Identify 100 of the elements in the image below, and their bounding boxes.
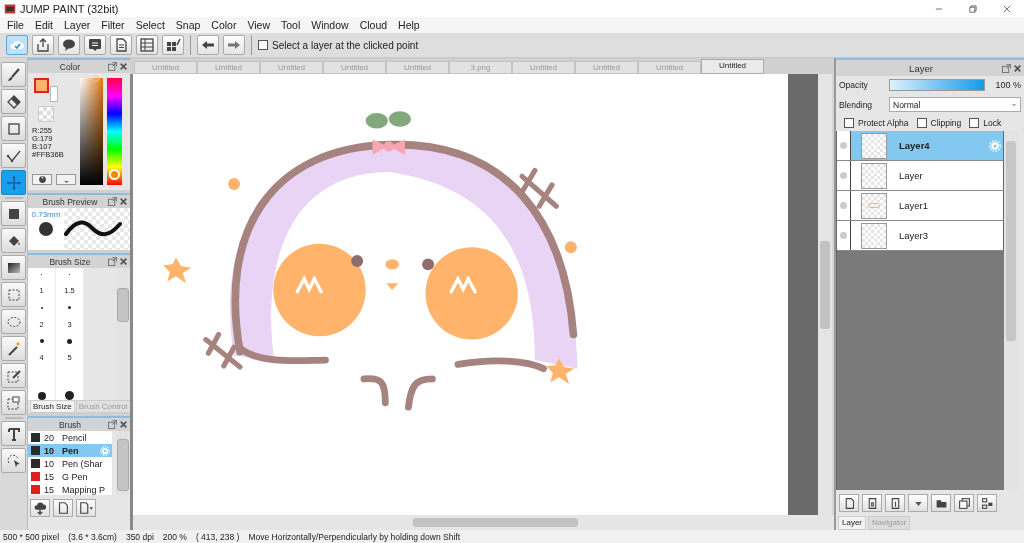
toolbar-button[interactable]	[162, 35, 184, 55]
tool-button[interactable]	[1, 143, 26, 168]
close-panel-button[interactable]	[119, 62, 128, 71]
menu-item[interactable]: Window	[306, 19, 354, 31]
menu-item[interactable]: Edit	[29, 19, 58, 31]
cloud-download-button[interactable]	[30, 499, 50, 517]
brush-list-item[interactable]: 15 G Pen	[28, 470, 112, 483]
checkbox[interactable]	[969, 118, 980, 128]
visibility-toggle[interactable]	[840, 232, 847, 239]
menu-item[interactable]: Filter	[96, 19, 130, 31]
menu-item[interactable]: Tool	[276, 19, 306, 31]
brush-list-item[interactable]: 10 Pen	[28, 444, 112, 457]
menu-item[interactable]: Cloud	[354, 19, 393, 31]
dashed-pencil-icon	[5, 367, 22, 384]
toolbar-button[interactable]	[32, 35, 54, 55]
menu-item[interactable]: Color	[206, 19, 242, 31]
transparent-swatch[interactable]	[38, 106, 54, 122]
menu-item[interactable]: Select	[130, 19, 170, 31]
tool-button[interactable]	[1, 89, 26, 114]
foreground-color-swatch[interactable]	[34, 78, 49, 93]
horizontal-scrollbar[interactable]	[133, 515, 834, 530]
status-text: 200 %	[162, 531, 187, 542]
close-panel-button[interactable]	[119, 257, 128, 266]
duplicate-layer-button[interactable]	[954, 494, 974, 512]
popout-button[interactable]	[1002, 63, 1011, 73]
menu-item[interactable]: File	[2, 19, 29, 31]
opacity-value: 100 %	[995, 80, 1021, 90]
status-text: Move Horizontally/Perpendicularly by holding down Shift	[248, 531, 461, 542]
vertical-scrollbar[interactable]	[818, 74, 832, 515]
cloud-download-icon	[33, 501, 47, 515]
brush-menu-button[interactable]	[76, 499, 96, 517]
dashed-eraser-icon	[5, 394, 22, 411]
popout-button[interactable]	[108, 420, 117, 429]
brush-list-item[interactable]: 10 Pen (Shar	[28, 457, 112, 470]
folder-button[interactable]	[931, 494, 951, 512]
new-1bit-layer-button[interactable]	[885, 494, 905, 512]
tool-button[interactable]	[1, 201, 26, 226]
popout-button[interactable]	[108, 62, 117, 71]
slider-thumb[interactable]	[109, 169, 120, 181]
saturation-value-picker[interactable]	[80, 78, 103, 185]
layer-row[interactable]: Layer3	[837, 221, 1004, 251]
brush-list-item[interactable]: 15 Mapping P	[28, 483, 112, 495]
panel-tab[interactable]: Layer	[838, 516, 866, 530]
new-brush-button[interactable]	[53, 499, 73, 517]
popout-button[interactable]	[108, 197, 117, 206]
checkbox[interactable]	[916, 118, 927, 128]
opacity-slider[interactable]	[889, 79, 985, 91]
tool-button[interactable]	[1, 62, 26, 87]
document-tab[interactable]: Untitled	[701, 59, 764, 74]
menu-item[interactable]: Help	[393, 19, 425, 31]
layer-row[interactable]: Layer1	[837, 191, 1004, 221]
status-text: (3.6 * 3.6cm)	[68, 531, 117, 542]
toolbar-button[interactable]	[58, 35, 80, 55]
layer-menu-button[interactable]	[908, 494, 928, 512]
brush-size: 10	[44, 458, 55, 469]
panel-tab[interactable]: Brush Size	[30, 400, 75, 413]
visibility-toggle[interactable]	[840, 202, 847, 209]
blending-dropdown[interactable]: Normal	[889, 97, 1021, 112]
close-panel-button[interactable]	[119, 420, 128, 429]
grid-pencil-icon	[165, 37, 181, 53]
layer-row[interactable]: Layer	[837, 161, 1004, 191]
checkbox[interactable]	[258, 40, 268, 50]
menu-item[interactable]: Layer	[59, 19, 96, 31]
brush-list-item[interactable]: 20 Pencil	[28, 431, 112, 444]
brush-name: G Pen	[62, 471, 88, 482]
tool-button[interactable]	[1, 255, 26, 280]
hue-slider[interactable]	[107, 78, 122, 185]
menu-item[interactable]: Snap	[170, 19, 206, 31]
visibility-toggle[interactable]	[840, 172, 847, 179]
toolbar-button[interactable]	[136, 35, 158, 55]
close-icon	[1013, 63, 1022, 73]
layer-name: Layer1	[899, 200, 929, 211]
close-panel-button[interactable]	[119, 197, 128, 206]
checkbox[interactable]	[844, 118, 854, 128]
pointer-select-icon	[5, 452, 22, 469]
tool-button[interactable]	[1, 421, 26, 446]
layer-row[interactable]: Layer4	[837, 131, 1004, 161]
brush-size-value: 0.73mm	[31, 210, 61, 219]
close-panel-button[interactable]	[1013, 63, 1022, 73]
toolbar-button[interactable]	[197, 35, 219, 55]
tool-button[interactable]	[1, 448, 26, 473]
toolbar-button[interactable]	[84, 35, 106, 55]
background-color-swatch[interactable]	[50, 86, 58, 102]
tool-button[interactable]	[1, 228, 26, 253]
visibility-toggle[interactable]	[840, 142, 847, 149]
palette-button[interactable]	[32, 174, 52, 185]
merge-layer-button[interactable]	[977, 494, 997, 512]
tool-button[interactable]	[1, 116, 26, 141]
tool-button[interactable]	[1, 363, 26, 388]
checkbox-label: Lock	[983, 118, 1002, 128]
tool-button[interactable]	[1, 336, 26, 361]
toolbar-button[interactable]	[223, 35, 245, 55]
toolbar-button[interactable]	[110, 35, 132, 55]
new-8bit-layer-button[interactable]	[862, 494, 882, 512]
menu-item[interactable]: View	[242, 19, 275, 31]
new-layer-button[interactable]	[839, 494, 859, 512]
layer-thumbnail	[861, 222, 887, 249]
layer-thumbnail	[861, 192, 887, 219]
popout-button[interactable]	[108, 257, 117, 266]
close-icon	[119, 257, 128, 266]
